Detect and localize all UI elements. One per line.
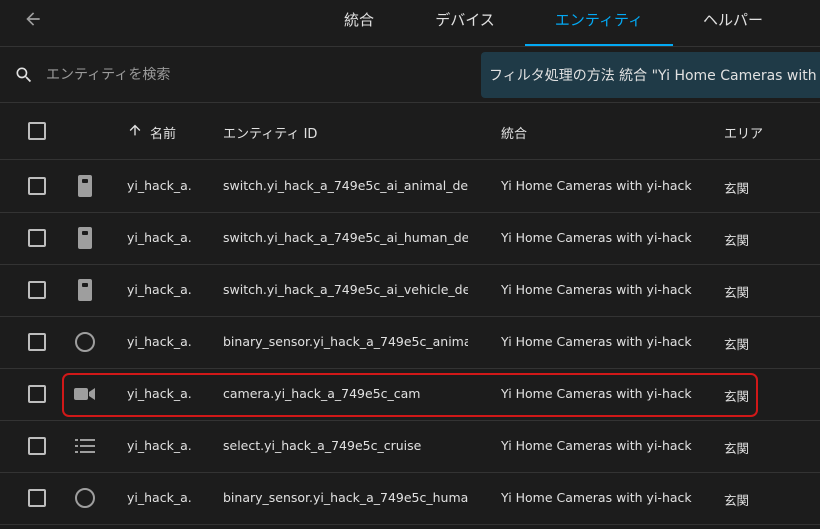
table-row[interactable]: yi_hack_a... camera.yi_hack_a_749e5c_cam… — [0, 368, 820, 421]
column-header-integration[interactable]: 統合 — [501, 123, 527, 142]
column-header-area[interactable]: エリア — [724, 123, 763, 142]
row-name: yi_hack_a... — [127, 334, 193, 349]
row-area: 玄関 — [724, 441, 750, 456]
tab-integrations[interactable]: 統合 — [323, 0, 395, 46]
row-checkbox[interactable] — [28, 177, 46, 195]
table-row[interactable]: yi_hack_a... switch.yi_hack_a_749e5c_ai_… — [0, 160, 820, 213]
search-bar: フィルタ処理の方法 統合 "Yi Home Cameras with yi-h — [0, 47, 820, 103]
row-entity-id: camera.yi_hack_a_749e5c_cam — [223, 386, 421, 401]
circle-outline-icon — [72, 330, 98, 354]
row-area: 玄関 — [724, 181, 750, 196]
table-row[interactable]: yi_hack_a... binary_sensor.yi_hack_a_749… — [0, 472, 820, 525]
row-checkbox[interactable] — [28, 437, 46, 455]
table-row[interactable]: yi_hack_a... switch.yi_hack_a_749e5c_ai_… — [0, 212, 820, 265]
row-name: yi_hack_a... — [127, 178, 193, 193]
row-checkbox[interactable] — [28, 333, 46, 351]
row-name: yi_hack_a... — [127, 282, 193, 297]
video-camera-icon — [72, 382, 98, 406]
tab-helpers[interactable]: ヘルパー — [690, 0, 776, 46]
tab-entities[interactable]: エンティティ — [525, 0, 673, 46]
row-integration: Yi Home Cameras with yi-hack — [501, 282, 692, 297]
back-button[interactable] — [20, 6, 46, 32]
column-header-name[interactable]: 名前 — [150, 123, 176, 142]
row-integration: Yi Home Cameras with yi-hack — [501, 334, 692, 349]
row-area: 玄関 — [724, 389, 750, 404]
top-app-bar: 統合 デバイス エンティティ ヘルパー — [0, 0, 820, 47]
switch-icon — [72, 278, 98, 302]
switch-icon — [72, 174, 98, 198]
tab-devices[interactable]: デバイス — [420, 0, 510, 46]
row-area: 玄関 — [724, 233, 750, 248]
row-integration: Yi Home Cameras with yi-hack — [501, 490, 692, 505]
row-entity-id: select.yi_hack_a_749e5c_cruise — [223, 438, 422, 453]
row-checkbox[interactable] — [28, 489, 46, 507]
row-name: yi_hack_a... — [127, 386, 193, 401]
row-checkbox[interactable] — [28, 229, 46, 247]
row-entity-id: switch.yi_hack_a_749e5c_ai_vehicle_dete.… — [223, 282, 468, 297]
row-integration: Yi Home Cameras with yi-hack — [501, 230, 692, 245]
row-area: 玄関 — [724, 285, 750, 300]
row-integration: Yi Home Cameras with yi-hack — [501, 178, 692, 193]
row-entity-id: switch.yi_hack_a_749e5c_ai_human_dete... — [223, 230, 468, 245]
format-list-icon — [72, 434, 98, 458]
row-entity-id: switch.yi_hack_a_749e5c_ai_animal_dete..… — [223, 178, 468, 193]
table-row[interactable]: yi_hack_a... select.yi_hack_a_749e5c_cru… — [0, 420, 820, 473]
select-all-checkbox[interactable] — [28, 122, 46, 140]
search-input[interactable] — [44, 63, 468, 87]
arrow-left-icon — [26, 12, 40, 26]
row-name: yi_hack_a... — [127, 490, 193, 505]
circle-outline-icon — [72, 486, 98, 510]
row-checkbox[interactable] — [28, 385, 46, 403]
table-row[interactable]: yi_hack_a... switch.yi_hack_a_749e5c_ai_… — [0, 264, 820, 317]
row-area: 玄関 — [724, 493, 750, 508]
row-entity-id: binary_sensor.yi_hack_a_749e5c_human_... — [223, 490, 468, 505]
table-row[interactable]: yi_hack_a... binary_sensor.yi_hack_a_749… — [0, 316, 820, 369]
switch-icon — [72, 226, 98, 250]
table-header: 名前 エンティティ ID 統合 エリア — [0, 103, 820, 160]
search-icon — [16, 67, 32, 83]
row-area: 玄関 — [724, 337, 750, 352]
column-header-entity-id[interactable]: エンティティ ID — [223, 123, 317, 142]
row-integration: Yi Home Cameras with yi-hack — [501, 386, 692, 401]
row-checkbox[interactable] — [28, 281, 46, 299]
arrow-up-icon[interactable] — [127, 122, 143, 138]
filter-chip[interactable]: フィルタ処理の方法 統合 "Yi Home Cameras with yi-h — [481, 52, 820, 98]
row-integration: Yi Home Cameras with yi-hack — [501, 438, 692, 453]
row-name: yi_hack_a... — [127, 438, 193, 453]
row-entity-id: binary_sensor.yi_hack_a_749e5c_animal_..… — [223, 334, 468, 349]
row-name: yi_hack_a... — [127, 230, 193, 245]
